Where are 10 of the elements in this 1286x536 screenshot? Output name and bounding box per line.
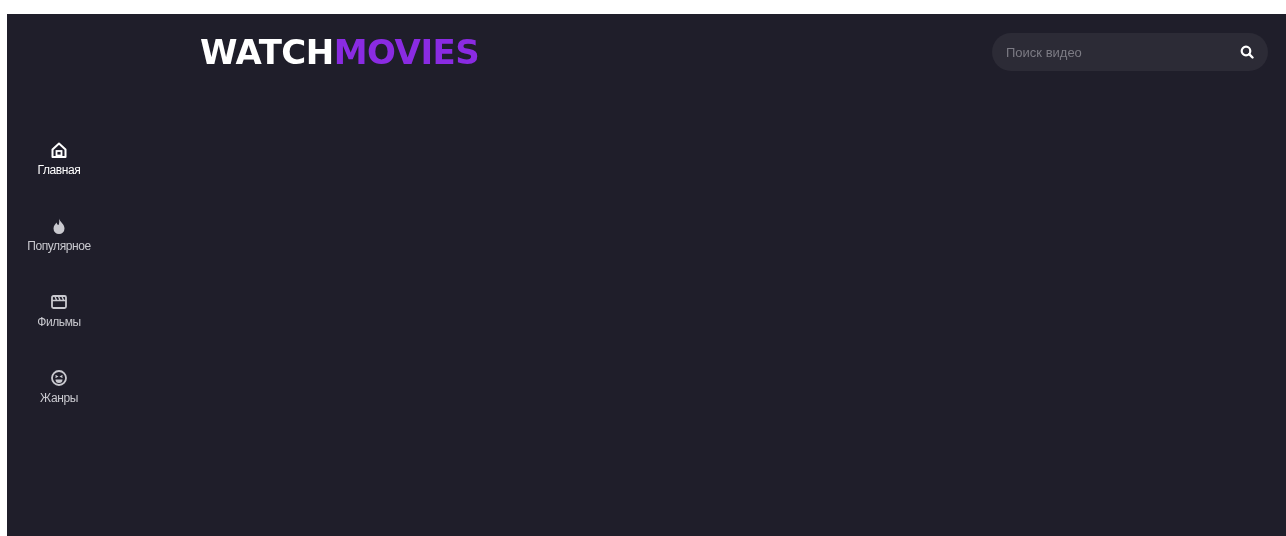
laughing-face-icon [50, 369, 68, 387]
home-icon [50, 141, 68, 159]
sidebar-item[interactable]: Главная [37, 141, 81, 179]
search-icon[interactable] [1240, 45, 1254, 59]
clapperboard-icon [50, 293, 68, 311]
sidebar-item[interactable]: Популярное [27, 217, 91, 255]
search-field[interactable]: Поиск видео [992, 33, 1268, 71]
logo[interactable]: WATCHMOVIES [200, 35, 480, 69]
sidebar-item[interactable]: Жанры [40, 369, 78, 407]
sidebar-item[interactable]: Фильмы [37, 293, 81, 331]
